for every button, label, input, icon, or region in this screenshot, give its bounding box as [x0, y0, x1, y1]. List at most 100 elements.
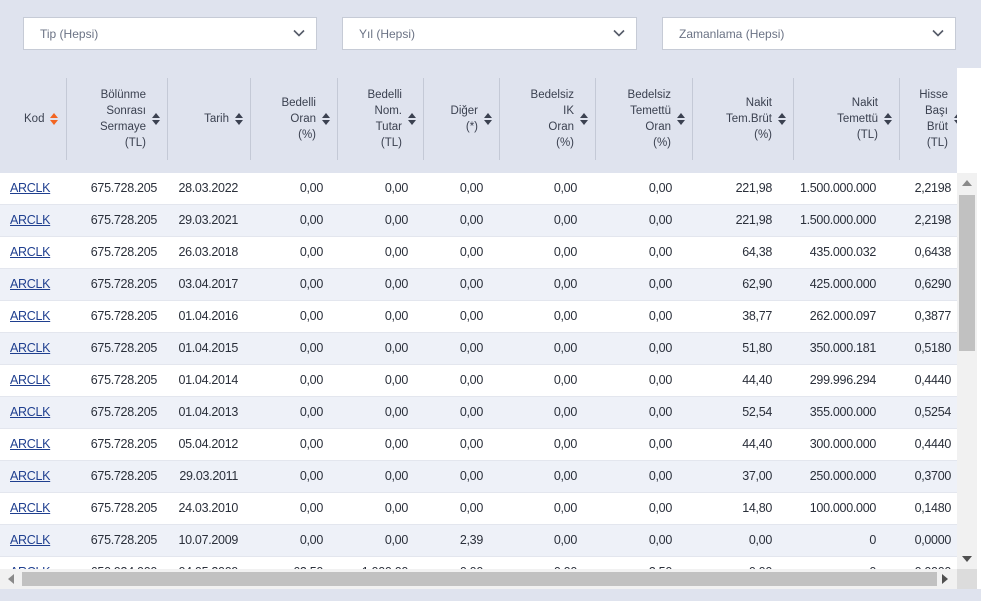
cell-nakit-brut: 64,38 — [742, 245, 772, 259]
column-header-label: Bölünme Sonrası Sermaye (TL) — [99, 89, 146, 149]
cell-bedelsiz-temettu: 0,00 — [648, 405, 672, 419]
sort-icon[interactable] — [579, 111, 589, 127]
table-row: ARCLK 675.728.205 26.03.2018 0,00 0,00 0,00 0,… — [0, 237, 957, 269]
cell-nakit-brut: 38,77 — [742, 309, 772, 323]
cell-nakit-brut: 44,40 — [742, 373, 772, 387]
column-header-tarih[interactable]: Tarih — [168, 78, 251, 160]
table-header: Kod Bölünme Sonrası Sermaye (TL) Tarih Bede… — [0, 68, 957, 173]
vertical-scrollbar[interactable] — [957, 173, 977, 569]
cell-nakit-brut: 52,54 — [742, 405, 772, 419]
kod-link[interactable]: ARCLK — [10, 557, 50, 569]
column-header-bedelli-oran[interactable]: Bedelli Oran (%) — [251, 78, 338, 160]
zamanlama-filter-select[interactable]: Zamanlama (Hepsi) — [662, 17, 956, 50]
column-header-sermaye[interactable]: Bölünme Sonrası Sermaye (TL) — [67, 78, 168, 160]
cell-hisse-basi: 0,4440 — [914, 373, 952, 387]
sort-icon[interactable] — [483, 111, 493, 127]
filter-bar: Tip (Hepsi) Yıl (Hepsi) Zamanlama (Hepsi… — [0, 0, 981, 68]
cell-hisse-basi: 0,3700 — [914, 469, 952, 483]
cell-bedelsiz-temettu: 3,50 — [562, 557, 672, 569]
scroll-down-icon[interactable] — [962, 556, 972, 562]
cell-bedelsiz-ik: 0,00 — [553, 341, 577, 355]
cell-hisse-basi: 0,4440 — [914, 437, 952, 451]
cell-nakit-brut: 51,80 — [742, 341, 772, 355]
kod-link[interactable]: ARCLK — [10, 365, 50, 396]
cell-bedelsiz-temettu: 0,00 — [648, 341, 672, 355]
table-row: ARCLK 675.728.205 28.03.2022 0,00 0,00 0,00 0,… — [0, 173, 957, 205]
kod-link[interactable]: ARCLK — [10, 173, 50, 204]
scroll-up-icon[interactable] — [962, 180, 972, 186]
column-header-bedelli-tutar[interactable]: Bedelli Nom. Tutar (TL) — [338, 78, 424, 160]
cell-nakit-brut: 37,00 — [742, 469, 772, 483]
column-header-nakit-brut[interactable]: Nakit Tem.Brüt (%) — [693, 78, 794, 160]
kod-link[interactable]: ARCLK — [10, 493, 50, 524]
cell-bedelsiz-ik: 0,00 — [553, 437, 577, 451]
cell-hisse-basi: 0,5254 — [914, 405, 952, 419]
kod-link[interactable]: ARCLK — [10, 461, 50, 492]
chevron-down-icon — [613, 29, 625, 37]
table-row: ARCLK 675.728.205 03.04.2017 0,00 0,00 0,00 0,… — [0, 269, 957, 301]
column-header-bedelsiz-ik[interactable]: Bedelsiz IK Oran (%) — [500, 78, 596, 160]
kod-link[interactable]: ARCLK — [10, 205, 50, 236]
sort-icon[interactable] — [953, 111, 957, 127]
table-row: ARCLK 675.728.205 29.03.2011 0,00 0,00 0,00 0,… — [0, 461, 957, 493]
cell-bedelsiz-temettu: 0,00 — [648, 245, 672, 259]
cell-bedelsiz-ik: 0,00 — [553, 181, 577, 195]
sort-icon[interactable] — [407, 111, 417, 127]
column-header-kod[interactable]: Kod — [10, 78, 67, 160]
table-row: ARCLK 675.728.205 24.03.2010 0,00 0,00 0,00 0,… — [0, 493, 957, 525]
kod-link[interactable]: ARCLK — [10, 397, 50, 428]
column-header-nakit-temettu[interactable]: Nakit Temettü (TL) — [794, 78, 900, 160]
kod-link[interactable]: ARCLK — [10, 429, 50, 460]
column-header-bedelsiz-temettu[interactable]: Bedelsiz Temettü Oran (%) — [596, 78, 693, 160]
cell-bedelsiz-ik: 0,00 — [553, 213, 577, 227]
bottom-bar — [0, 589, 981, 601]
sort-icon[interactable] — [321, 111, 331, 127]
sort-icon[interactable] — [777, 111, 787, 127]
table-row: ARCLK 675.728.205 01.04.2013 0,00 0,00 0,00 0,… — [0, 397, 957, 429]
column-header-hisse-basi[interactable]: Hisse Başı Brüt (TL) — [900, 78, 957, 160]
sort-icon[interactable] — [151, 111, 161, 127]
kod-link[interactable]: ARCLK — [10, 269, 50, 300]
scroll-right-icon[interactable] — [942, 574, 948, 584]
cell-bedelsiz-ik: 0,00 — [553, 501, 577, 515]
cell-bedelsiz-ik: 0,00 — [467, 557, 577, 569]
table-row: ARCLK 675.728.205 01.04.2014 0,00 0,00 0,00 0,… — [0, 365, 957, 397]
sort-icon[interactable] — [676, 111, 686, 127]
cell-bedelsiz-temettu: 0,00 — [648, 501, 672, 515]
cell-nakit-brut: 0,00 — [748, 533, 772, 547]
cell-nakit-brut: 62,90 — [742, 277, 772, 291]
cell-bedelsiz-temettu: 0,00 — [648, 309, 672, 323]
column-header-label: Kod — [24, 113, 45, 125]
column-header-diger[interactable]: Diğer (*) — [424, 78, 500, 160]
kod-link[interactable]: ARCLK — [10, 237, 50, 268]
vertical-scroll-thumb[interactable] — [959, 195, 975, 351]
cell-hisse-basi: 0,5180 — [914, 341, 952, 355]
sort-icon[interactable] — [883, 111, 893, 127]
column-header-label: Nakit Tem.Brüt (%) — [725, 97, 772, 141]
cell-nakit-brut: 221,98 — [735, 213, 773, 227]
cell-nakit-brut: 221,98 — [735, 181, 773, 195]
scroll-left-icon[interactable] — [8, 574, 14, 584]
column-header-label: Bedelli Oran (%) — [281, 97, 316, 141]
kod-link[interactable]: ARCLK — [10, 301, 50, 332]
column-header-label: Tarih — [204, 113, 229, 125]
kod-link[interactable]: ARCLK — [10, 333, 50, 364]
cell-nakit-brut: 44,40 — [742, 437, 772, 451]
horizontal-scroll-thumb[interactable] — [22, 572, 937, 586]
cell-bedelsiz-temettu: 0,00 — [648, 373, 672, 387]
yil-filter-select[interactable]: Yıl (Hepsi) — [342, 17, 637, 50]
cell-bedelsiz-temettu: 0,00 — [648, 469, 672, 483]
column-header-label: Bedelsiz Temettü Oran (%) — [627, 89, 671, 149]
kod-link[interactable]: ARCLK — [10, 525, 50, 556]
column-header-label: Hisse Başı Brüt (TL) — [919, 89, 948, 149]
sort-icon[interactable] — [234, 111, 244, 127]
cell-bedelsiz-temettu: 0,00 — [648, 181, 672, 195]
cell-hisse-basi: 0,1480 — [914, 501, 952, 515]
cell-hisse-basi: 0,6438 — [914, 245, 952, 259]
horizontal-scrollbar[interactable] — [0, 569, 957, 589]
table-row: ARCLK 675.728.205 01.04.2016 0,00 0,00 0,00 0,… — [0, 301, 957, 333]
cell-bedelsiz-ik: 0,00 — [553, 533, 577, 547]
tip-filter-select[interactable]: Tip (Hepsi) — [23, 17, 317, 50]
sort-icon[interactable] — [49, 111, 59, 127]
cell-bedelsiz-temettu: 0,00 — [648, 213, 672, 227]
